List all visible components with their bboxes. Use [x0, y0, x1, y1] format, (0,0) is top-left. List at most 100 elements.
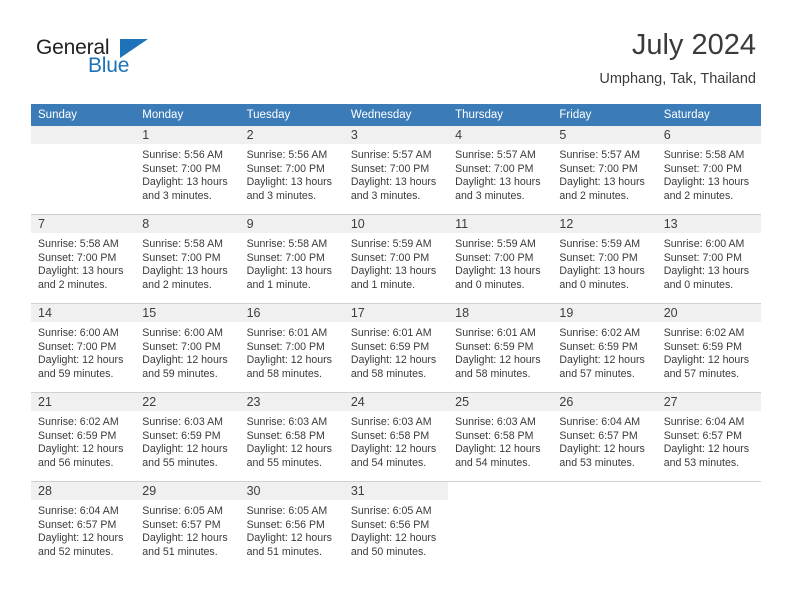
calendar-day-cell[interactable]: 31 Sunrise: 6:05 AM Sunset: 6:56 PM Dayligh…: [343, 481, 449, 570]
day-detail-line: and 57 minutes.: [559, 367, 635, 380]
day-detail-line: Daylight: 12 hours: [38, 443, 124, 456]
calendar-day-cell[interactable]: 14 Sunrise: 6:00 AM Sunset: 7:00 PM Dayligh…: [31, 303, 136, 393]
calendar-day-cell[interactable]: 17 Sunrise: 6:01 AM Sunset: 6:59 PM Dayligh…: [343, 303, 449, 393]
calendar-day-cell[interactable]: 1 Sunrise: 5:56 AM Sunset: 7:00 PM Daylight…: [135, 126, 240, 215]
calendar-day-cell[interactable]: 27 Sunrise: 6:04 AM Sunset: 6:57 PM Dayligh…: [656, 392, 761, 482]
day-detail-line: Sunrise: 6:03 AM: [142, 416, 223, 428]
day-detail-line: Sunrise: 6:05 AM: [350, 505, 432, 517]
day-detail-line: Daylight: 13 hours: [350, 265, 437, 278]
day-detail-line: Sunrise: 6:04 AM: [559, 416, 641, 428]
calendar-day-cell[interactable]: 16 Sunrise: 6:01 AM Sunset: 7:00 PM Dayligh…: [239, 303, 344, 393]
calendar-day-cell[interactable]: 9 Sunrise: 5:58 AM Sunset: 7:00 PM Daylight…: [239, 214, 344, 304]
calendar-day-cell[interactable]: 8 Sunrise: 5:58 AM Sunset: 7:00 PM Daylight…: [135, 214, 240, 304]
day-details: Sunrise: 5:57 AM Sunset: 7:00 PM Daylight:…: [344, 144, 448, 203]
calendar-day-cell[interactable]: 18 Sunrise: 6:01 AM Sunset: 6:59 PM Dayligh…: [448, 303, 553, 393]
day-number: 22: [135, 393, 240, 411]
day-details: Sunrise: 5:56 AM Sunset: 7:00 PM Daylight:…: [135, 144, 239, 203]
day-number: 26: [552, 393, 657, 411]
weekday-header-friday: Friday: [552, 104, 657, 126]
day-detail-line: Sunset: 6:56 PM: [246, 518, 325, 531]
day-detail-line: Daylight: 13 hours: [246, 265, 332, 278]
day-detail-line: and 53 minutes.: [663, 456, 740, 469]
calendar-day-cell[interactable]: 29 Sunrise: 6:05 AM Sunset: 6:57 PM Dayligh…: [135, 481, 240, 570]
calendar-day-cell[interactable]: 20 Sunrise: 6:02 AM Sunset: 6:59 PM Dayligh…: [656, 303, 761, 393]
day-details: Sunrise: 5:58 AM Sunset: 7:00 PM Daylight:…: [31, 233, 135, 292]
calendar-day-cell[interactable]: 21 Sunrise: 6:02 AM Sunset: 6:59 PM Dayligh…: [31, 392, 136, 482]
day-details: Sunrise: 6:02 AM Sunset: 6:59 PM Daylight:…: [31, 411, 135, 470]
day-detail-line: Sunset: 7:00 PM: [559, 251, 638, 264]
calendar-day-cell[interactable]: 11 Sunrise: 5:59 AM Sunset: 7:00 PM Dayligh…: [448, 214, 553, 304]
day-detail-line: Sunrise: 5:58 AM: [663, 149, 745, 161]
day-details: [552, 500, 656, 505]
day-details: Sunrise: 5:59 AM Sunset: 7:00 PM Daylight:…: [448, 233, 552, 292]
day-details: Sunrise: 5:58 AM Sunset: 7:00 PM Daylight:…: [135, 233, 239, 292]
day-details: [657, 500, 761, 505]
calendar-day-cell[interactable]: 4 Sunrise: 5:57 AM Sunset: 7:00 PM Daylight…: [448, 126, 553, 215]
calendar-day-cell[interactable]: 23 Sunrise: 6:03 AM Sunset: 6:58 PM Dayligh…: [239, 392, 344, 482]
day-detail-line: Sunrise: 6:03 AM: [246, 416, 328, 428]
calendar-day-cell[interactable]: 28 Sunrise: 6:04 AM Sunset: 6:57 PM Dayligh…: [31, 481, 136, 570]
calendar-day-cell[interactable]: 7 Sunrise: 5:58 AM Sunset: 7:00 PM Daylight…: [31, 214, 136, 304]
day-detail-line: Daylight: 13 hours: [246, 176, 332, 189]
calendar-day-cell[interactable]: 6 Sunrise: 5:58 AM Sunset: 7:00 PM Daylight…: [656, 126, 761, 215]
day-details: Sunrise: 6:02 AM Sunset: 6:59 PM Daylight:…: [657, 322, 761, 381]
calendar-day-cell[interactable]: 26 Sunrise: 6:04 AM Sunset: 6:57 PM Dayligh…: [552, 392, 657, 482]
day-number: 19: [552, 304, 657, 322]
day-detail-line: and 1 minute.: [246, 278, 311, 291]
calendar-day-cell[interactable]: 12 Sunrise: 5:59 AM Sunset: 7:00 PM Dayligh…: [552, 214, 657, 304]
day-detail-line: and 59 minutes.: [38, 367, 114, 380]
calendar-day-cell[interactable]: 2 Sunrise: 5:56 AM Sunset: 7:00 PM Daylight…: [239, 126, 344, 215]
day-detail-line: and 50 minutes.: [350, 545, 427, 558]
day-detail-line: and 54 minutes.: [350, 456, 427, 469]
day-number: 29: [135, 482, 240, 500]
day-detail-line: Sunrise: 6:03 AM: [455, 416, 536, 428]
calendar-day-cell[interactable]: 25 Sunrise: 6:03 AM Sunset: 6:58 PM Dayligh…: [448, 392, 553, 482]
day-detail-line: and 1 minute.: [350, 278, 416, 291]
day-number: 23: [239, 393, 344, 411]
day-details: Sunrise: 6:03 AM Sunset: 6:58 PM Daylight:…: [448, 411, 552, 470]
calendar-day-cell[interactable]: 10 Sunrise: 5:59 AM Sunset: 7:00 PM Dayligh…: [343, 214, 449, 304]
day-detail-line: Daylight: 12 hours: [142, 532, 228, 545]
day-detail-line: and 2 minutes.: [38, 278, 108, 291]
day-number: 4: [448, 126, 553, 144]
day-detail-line: Daylight: 13 hours: [142, 176, 228, 189]
day-detail-line: Daylight: 13 hours: [559, 265, 645, 278]
day-detail-line: Sunrise: 5:58 AM: [246, 238, 328, 250]
day-detail-line: Sunrise: 6:02 AM: [663, 327, 745, 339]
day-detail-line: Sunset: 7:00 PM: [350, 251, 430, 264]
day-detail-line: Daylight: 12 hours: [246, 443, 332, 456]
day-detail-line: Daylight: 12 hours: [246, 354, 332, 367]
day-detail-line: Daylight: 13 hours: [142, 265, 228, 278]
title-block: July 2024 Umphang, Tak, Thailand: [599, 28, 756, 89]
day-number: [31, 126, 136, 144]
weekday-header-tuesday: Tuesday: [239, 104, 344, 126]
day-detail-line: and 0 minutes.: [455, 278, 525, 291]
day-detail-line: Sunset: 7:00 PM: [246, 162, 325, 175]
calendar-day-cell[interactable]: 13 Sunrise: 6:00 AM Sunset: 7:00 PM Dayligh…: [656, 214, 761, 304]
day-details: Sunrise: 5:57 AM Sunset: 7:00 PM Daylight:…: [552, 144, 656, 203]
day-detail-line: and 55 minutes.: [142, 456, 218, 469]
day-number: 9: [239, 215, 344, 233]
calendar-day-cell[interactable]: 19 Sunrise: 6:02 AM Sunset: 6:59 PM Dayligh…: [552, 303, 657, 393]
day-number: 25: [448, 393, 553, 411]
calendar-day-cell[interactable]: 3 Sunrise: 5:57 AM Sunset: 7:00 PM Daylight…: [343, 126, 449, 215]
calendar-week-row: 7 Sunrise: 5:58 AM Sunset: 7:00 PM Daylight…: [31, 214, 761, 304]
calendar-empty-cell: [552, 481, 657, 570]
calendar-week-row: 21 Sunrise: 6:02 AM Sunset: 6:59 PM Dayligh…: [31, 392, 761, 482]
day-detail-line: Sunset: 7:00 PM: [142, 162, 221, 175]
day-detail-line: Daylight: 12 hours: [38, 532, 124, 545]
calendar-day-cell[interactable]: 24 Sunrise: 6:03 AM Sunset: 6:58 PM Dayligh…: [343, 392, 449, 482]
day-detail-line: Daylight: 12 hours: [663, 443, 750, 456]
weekday-header-saturday: Saturday: [656, 104, 761, 126]
day-number: 18: [448, 304, 553, 322]
calendar-day-cell[interactable]: 30 Sunrise: 6:05 AM Sunset: 6:56 PM Dayligh…: [239, 481, 344, 570]
calendar-day-cell[interactable]: 22 Sunrise: 6:03 AM Sunset: 6:59 PM Dayligh…: [135, 392, 240, 482]
calendar-day-cell[interactable]: 15 Sunrise: 6:00 AM Sunset: 7:00 PM Dayligh…: [135, 303, 240, 393]
calendar-day-cell[interactable]: 5 Sunrise: 5:57 AM Sunset: 7:00 PM Daylight…: [552, 126, 657, 215]
day-detail-line: Sunrise: 5:56 AM: [246, 149, 328, 161]
day-detail-line: and 0 minutes.: [663, 278, 734, 291]
weekday-header-wednesday: Wednesday: [343, 104, 449, 126]
day-details: Sunrise: 5:59 AM Sunset: 7:00 PM Daylight:…: [552, 233, 656, 292]
day-detail-line: and 3 minutes.: [246, 189, 317, 202]
day-detail-line: Sunset: 7:00 PM: [246, 251, 325, 264]
